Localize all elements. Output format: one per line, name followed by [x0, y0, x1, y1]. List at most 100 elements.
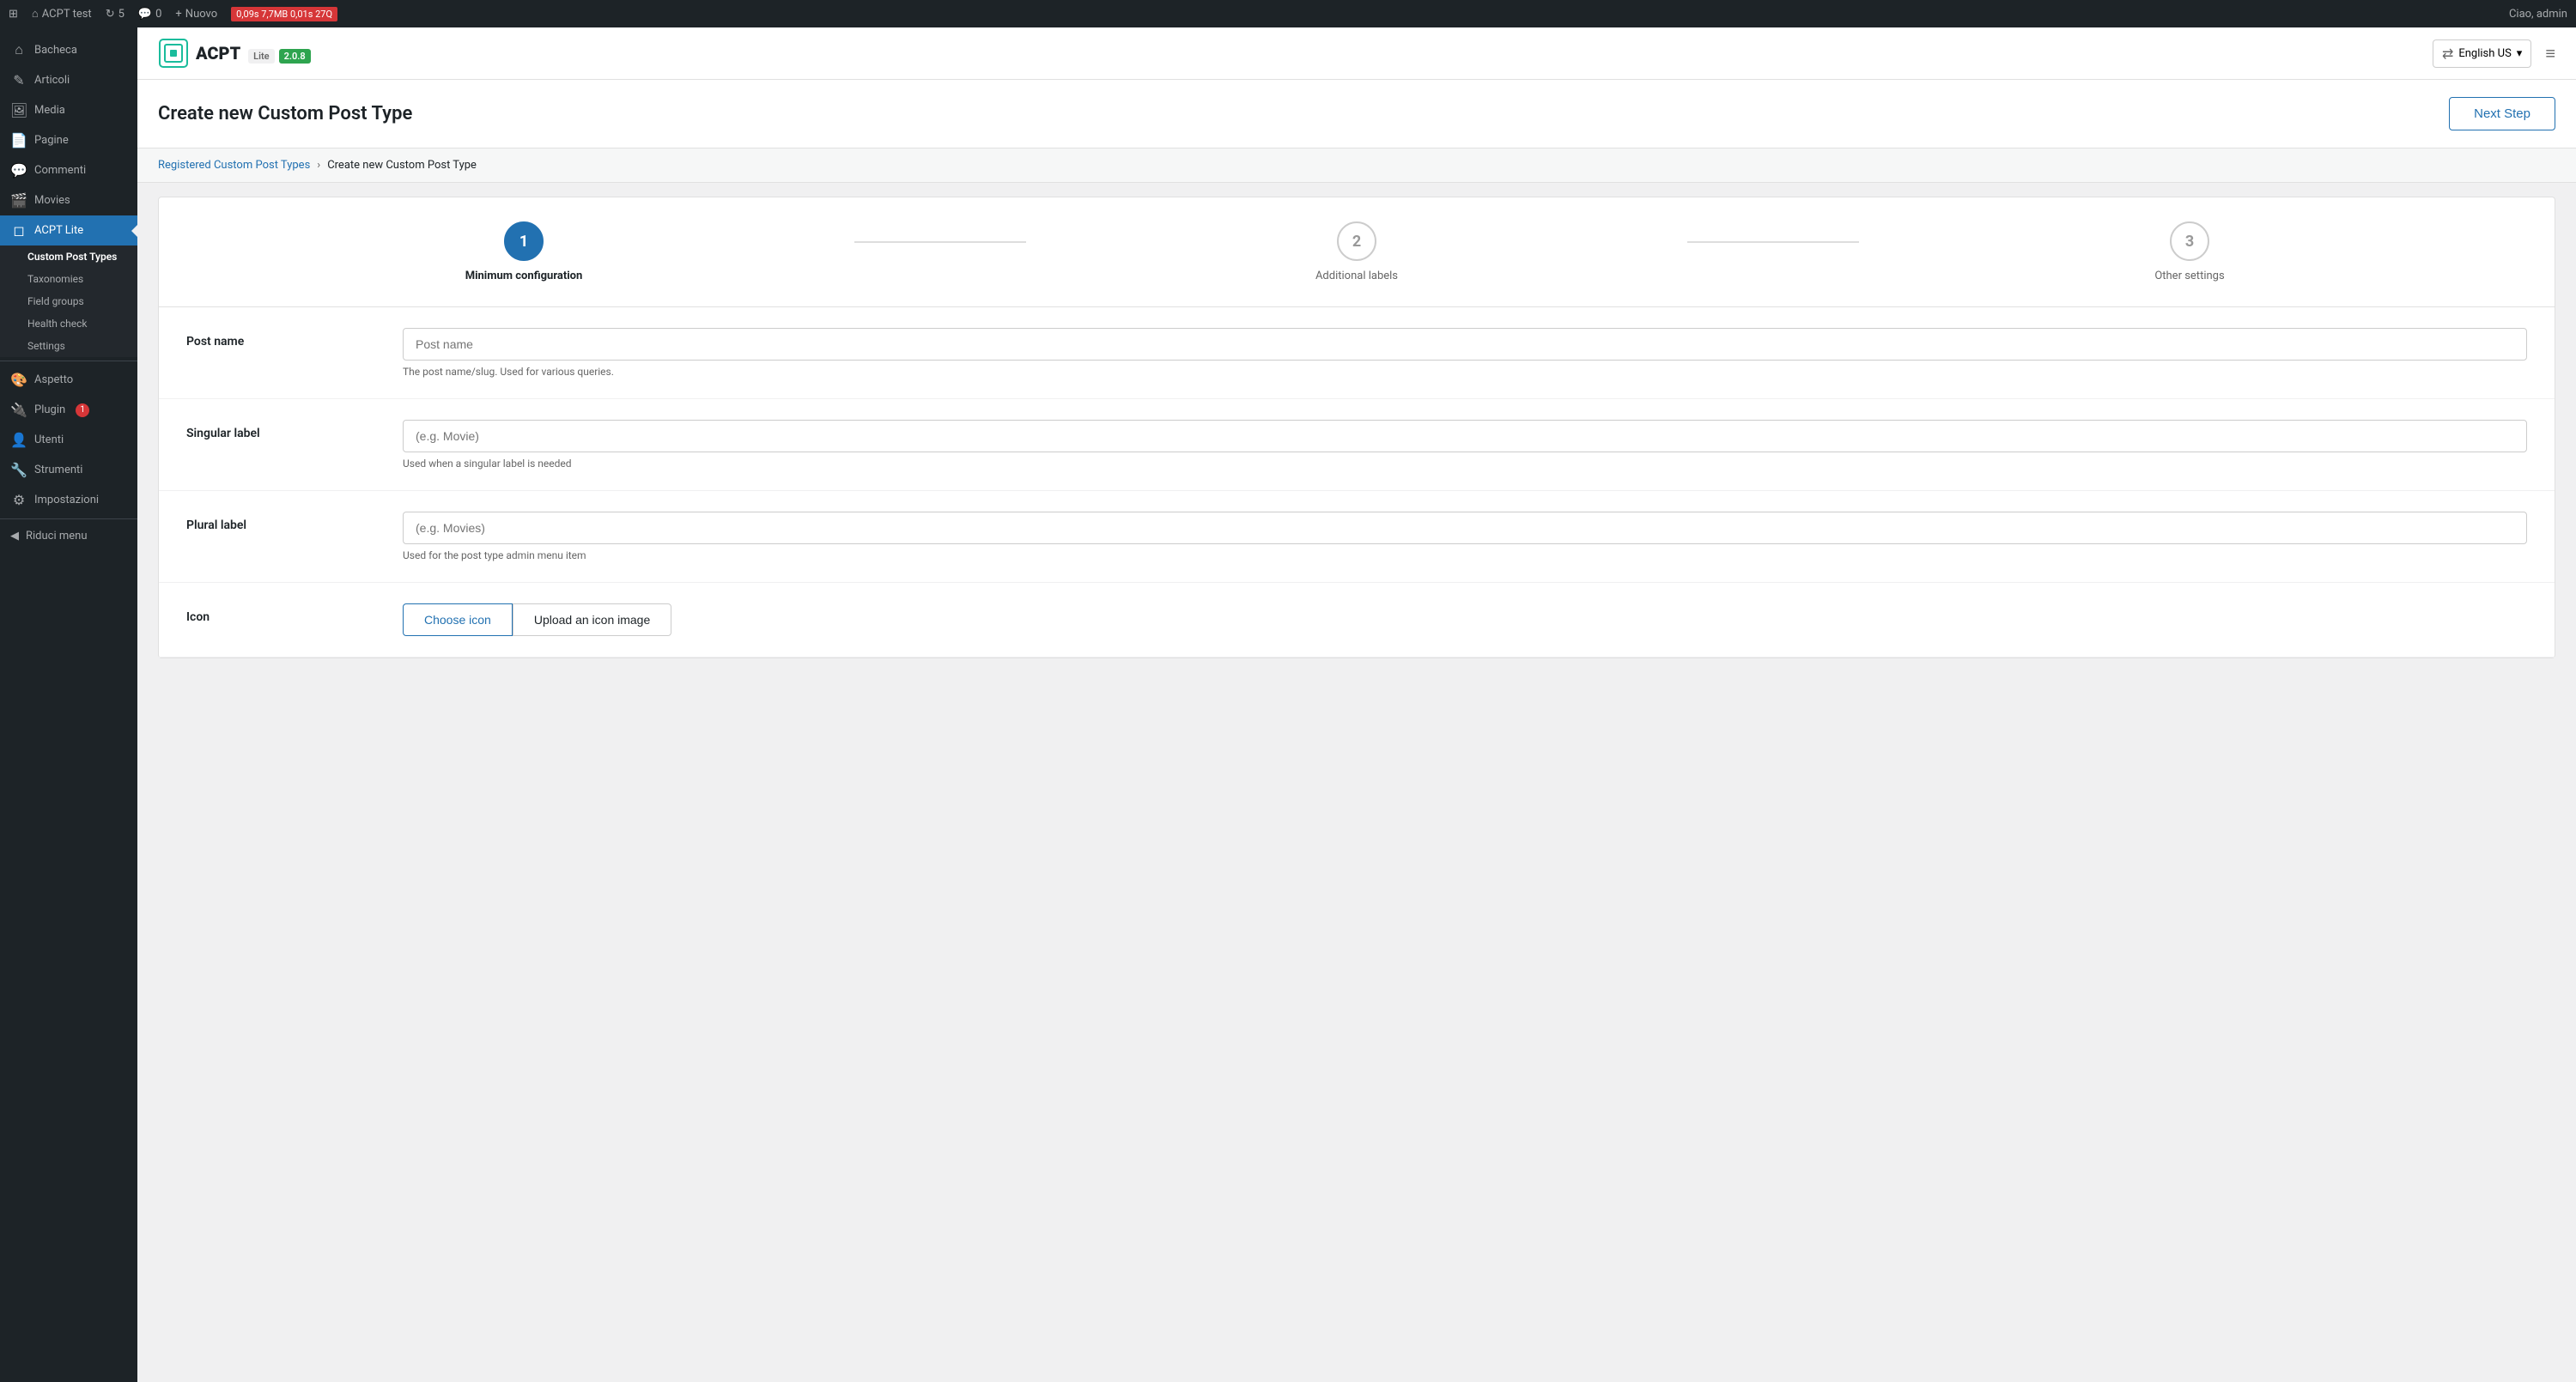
sidebar-label-commenti: Commenti [34, 164, 86, 177]
form-label-col-icon: Icon [186, 603, 375, 624]
step-label-3: Other settings [2154, 270, 2224, 282]
form-field-col-singular: Used when a singular label is needed [403, 420, 2527, 470]
plugin-header: ACPT Lite 2.0.8 ⇄ English US ▾ ≡ [137, 27, 2576, 80]
plugin-header-right: ⇄ English US ▾ ≡ [2433, 39, 2555, 68]
sidebar-label-impostazioni: Impostazioni [34, 494, 99, 506]
step-connector-2 [1687, 241, 1859, 243]
collapse-icon: ◀ [10, 530, 19, 542]
version-badge: 2.0.8 [279, 49, 311, 64]
sidebar-subitem-taxonomies[interactable]: Taxonomies [0, 268, 137, 290]
admin-bar-wp-logo[interactable]: ⊞ [9, 8, 18, 21]
sidebar-label-bacheca: Bacheca [34, 44, 77, 57]
icon-button-group: Choose icon Upload an icon image [403, 603, 2527, 636]
form-field-col-icon: Choose icon Upload an icon image [403, 603, 2527, 636]
sidebar-item-bacheca[interactable]: ⌂ Bacheca [0, 34, 137, 65]
page-header: Create new Custom Post Type Next Step [137, 80, 2576, 149]
site-icon: ⌂ [32, 7, 39, 21]
sidebar-label-movies: Movies [34, 194, 70, 207]
sidebar-item-acpt-lite[interactable]: ◻ ACPT Lite [0, 215, 137, 245]
sidebar-label-utenti: Utenti [34, 433, 64, 446]
language-selector[interactable]: ⇄ English US ▾ [2433, 39, 2531, 68]
form-row-plural-label: Plural label Used for the post type admi… [159, 491, 2555, 583]
comments-count: 0 [155, 8, 161, 21]
sidebar-item-commenti[interactable]: 💬 Commenti [0, 155, 137, 185]
form-row-singular-label: Singular label Used when a singular labe… [159, 399, 2555, 491]
singular-label-label: Singular label [186, 427, 260, 440]
breadcrumb: Registered Custom Post Types › Create ne… [137, 149, 2576, 183]
sidebar-item-utenti[interactable]: 👤 Utenti [0, 425, 137, 455]
step-circle-1: 1 [504, 221, 544, 261]
form-row-icon: Icon Choose icon Upload an icon image [159, 583, 2555, 658]
admin-bar-user[interactable]: Ciao, admin [2509, 8, 2567, 21]
plus-icon: + [175, 8, 181, 21]
plugin-icon: 🔌 [10, 402, 27, 418]
revisions-icon: ↻ [106, 8, 115, 21]
admin-bar-site[interactable]: ⌂ ACPT test [32, 7, 92, 21]
sidebar-item-impostazioni[interactable]: ⚙ Impostazioni [0, 485, 137, 515]
sidebar-subitem-settings[interactable]: Settings [0, 335, 137, 357]
step-2: 2 Additional labels [1026, 221, 1687, 282]
hamburger-icon[interactable]: ≡ [2545, 43, 2555, 64]
media-icon: 🖼 [10, 102, 27, 118]
breadcrumb-parent-link[interactable]: Registered Custom Post Types [158, 159, 310, 172]
comments-icon: 💬 [138, 8, 152, 21]
sidebar-label-media: Media [34, 104, 65, 117]
step-circle-3: 3 [2170, 221, 2209, 261]
sidebar-item-plugin[interactable]: 🔌 Plugin 1 [0, 395, 137, 425]
comment-icon: 💬 [10, 162, 27, 179]
step-label-1: Minimum configuration [465, 270, 583, 282]
sidebar-collapse[interactable]: ◀ Riduci menu [0, 523, 137, 549]
sidebar-item-media[interactable]: 🖼 Media [0, 95, 137, 125]
sidebar-item-strumenti[interactable]: 🔧 Strumenti [0, 455, 137, 485]
wp-logo-icon: ⊞ [9, 8, 18, 21]
next-step-button[interactable]: Next Step [2449, 97, 2555, 130]
collapse-label: Riduci menu [26, 530, 88, 542]
settings-icon: ⚙ [10, 492, 27, 508]
choose-icon-button[interactable]: Choose icon [403, 603, 513, 636]
sidebar-subitem-field-groups[interactable]: Field groups [0, 290, 137, 312]
language-label: English US [2458, 47, 2511, 60]
main-content: ACPT Lite 2.0.8 ⇄ English US ▾ ≡ Create … [137, 27, 2576, 1382]
admin-bar-new[interactable]: + Nuovo [175, 8, 217, 21]
post-name-label: Post name [186, 335, 244, 349]
user-icon: 👤 [10, 432, 27, 448]
singular-label-input[interactable] [403, 420, 2527, 452]
sidebar-subitem-health-check[interactable]: Health check [0, 312, 137, 335]
admin-bar-revisions[interactable]: ↻ 5 [106, 8, 125, 21]
sidebar-label-plugin: Plugin [34, 403, 65, 416]
aspetto-icon: 🎨 [10, 372, 27, 388]
sidebar-item-pagine[interactable]: 📄 Pagine [0, 125, 137, 155]
acpt-logo-icon [158, 38, 189, 69]
sidebar-subitem-custom-post-types[interactable]: Custom Post Types [0, 245, 137, 268]
sidebar: ⌂ Bacheca ✎ Articoli 🖼 Media 📄 Pagine 💬 … [0, 27, 137, 1382]
sidebar-label-strumenti: Strumenti [34, 464, 82, 476]
sidebar-label-acpt-lite: ACPT Lite [34, 224, 83, 237]
sidebar-item-aspetto[interactable]: 🎨 Aspetto [0, 365, 137, 395]
sidebar-label-pagine: Pagine [34, 134, 69, 147]
admin-bar-metrics: 0,09s 7,7MB 0,01s 27Q [231, 7, 337, 21]
step-label-2: Additional labels [1315, 270, 1398, 282]
admin-bar: ⊞ ⌂ ACPT test ↻ 5 💬 0 + Nuovo 0,09s 7,7M… [0, 0, 2576, 27]
sidebar-item-movies[interactable]: 🎬 Movies [0, 185, 137, 215]
plugin-name-text: ACPT Lite 2.0.8 [196, 43, 311, 64]
plural-label-label: Plural label [186, 518, 246, 532]
dropdown-arrow-icon: ▾ [2517, 47, 2523, 60]
post-name-hint: The post name/slug. Used for various que… [403, 366, 2527, 378]
plural-label-input[interactable] [403, 512, 2527, 544]
admin-bar-comments[interactable]: 💬 0 [138, 8, 162, 21]
acpt-icon: ◻ [10, 222, 27, 239]
post-name-input[interactable] [403, 328, 2527, 361]
step-circle-2: 2 [1337, 221, 1376, 261]
sidebar-item-articoli[interactable]: ✎ Articoli [0, 65, 137, 95]
tools-icon: 🔧 [10, 462, 27, 478]
site-name: ACPT test [42, 8, 92, 21]
revisions-count: 5 [118, 8, 125, 21]
sidebar-label-aspetto: Aspetto [34, 373, 73, 386]
breadcrumb-current: Create new Custom Post Type [327, 159, 477, 172]
form-field-col-post-name: The post name/slug. Used for various que… [403, 328, 2527, 378]
form-label-col-singular: Singular label [186, 420, 375, 440]
user-greeting: Ciao, admin [2509, 8, 2567, 21]
upload-icon-button[interactable]: Upload an icon image [513, 603, 671, 636]
plural-label-hint: Used for the post type admin menu item [403, 549, 2527, 561]
plugin-logo: ACPT Lite 2.0.8 [158, 38, 311, 69]
